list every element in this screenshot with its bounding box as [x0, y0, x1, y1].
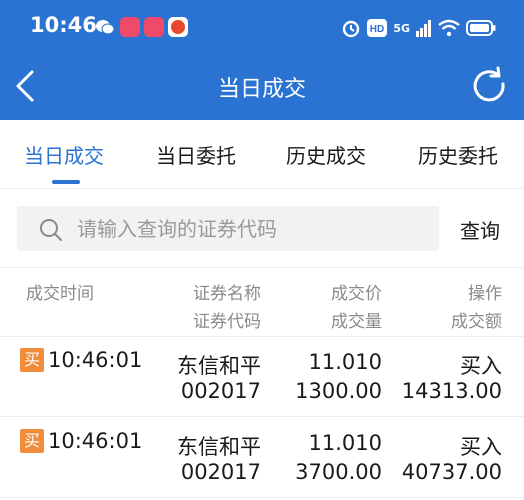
refresh-button[interactable] — [468, 64, 512, 108]
wifi-icon — [438, 19, 460, 37]
svg-text:HD: HD — [370, 24, 384, 35]
search-icon — [40, 219, 62, 241]
alarm-icon — [343, 20, 360, 38]
security-name: 东信和平 — [177, 435, 261, 459]
header-security-code: 证券代码 — [193, 312, 261, 332]
refresh-icon — [473, 66, 505, 102]
table-row[interactable]: 买 10:46:01 东信和平 002017 11.010 1300.00 买入… — [0, 336, 524, 417]
wechat-icon — [95, 17, 115, 37]
security-name: 东信和平 — [177, 354, 261, 378]
table-header: 成交时间 证券名称 证券代码 成交价 成交量 操作 成交额 — [0, 267, 524, 337]
search-box — [17, 206, 439, 251]
trade-amount: 40737.00 — [401, 460, 502, 484]
status-bar: 10:46 HD 5G — [0, 0, 524, 56]
active-tab-indicator — [52, 180, 80, 184]
tab-history-orders[interactable]: 历史委托 — [418, 140, 498, 169]
search-input[interactable] — [77, 206, 427, 251]
status-icons: HD 5G — [341, 16, 496, 40]
header-trade-time: 成交时间 — [26, 284, 94, 304]
trade-time: 10:46:01 — [48, 348, 143, 372]
hd-icon: HD — [367, 19, 388, 37]
trade-price: 11.010 — [308, 431, 382, 455]
battery-icon — [466, 20, 496, 36]
tab-history-trades[interactable]: 历史成交 — [286, 140, 366, 169]
app-notification-icon — [144, 17, 164, 37]
header-trade-quantity: 成交量 — [331, 312, 382, 332]
trade-action: 买入 — [460, 435, 502, 459]
trade-price: 11.010 — [308, 350, 382, 374]
trade-time: 10:46:01 — [48, 429, 143, 453]
network-type: 5G — [393, 21, 410, 35]
trade-quantity: 3700.00 — [295, 460, 382, 484]
signal-icon — [416, 20, 431, 37]
trade-amount: 14313.00 — [401, 379, 502, 403]
header-trade-amount: 成交额 — [451, 312, 502, 332]
security-code: 002017 — [180, 379, 261, 403]
buy-badge: 买 — [20, 348, 44, 372]
header-action: 操作 — [468, 284, 502, 304]
tab-today-orders[interactable]: 当日委托 — [156, 140, 236, 169]
buy-badge: 买 — [20, 429, 44, 453]
tab-bar: 当日成交 当日委托 历史成交 历史委托 — [0, 120, 524, 189]
status-time: 10:46 — [30, 13, 97, 37]
app-notification-icon — [168, 17, 188, 37]
tab-today-trades[interactable]: 当日成交 — [24, 140, 104, 169]
security-code: 002017 — [180, 460, 261, 484]
query-button[interactable]: 查询 — [460, 215, 500, 244]
header-trade-price: 成交价 — [331, 284, 382, 304]
table-row[interactable]: 买 10:46:01 东信和平 002017 11.010 3700.00 买入… — [0, 417, 524, 498]
trade-quantity: 1300.00 — [295, 379, 382, 403]
trade-action: 买入 — [460, 354, 502, 378]
app-notification-icon — [120, 17, 140, 37]
header-security-name: 证券名称 — [193, 284, 261, 304]
app-header: 10:46 HD 5G 当日成交 — [0, 0, 524, 120]
page-title: 当日成交 — [217, 77, 306, 102]
